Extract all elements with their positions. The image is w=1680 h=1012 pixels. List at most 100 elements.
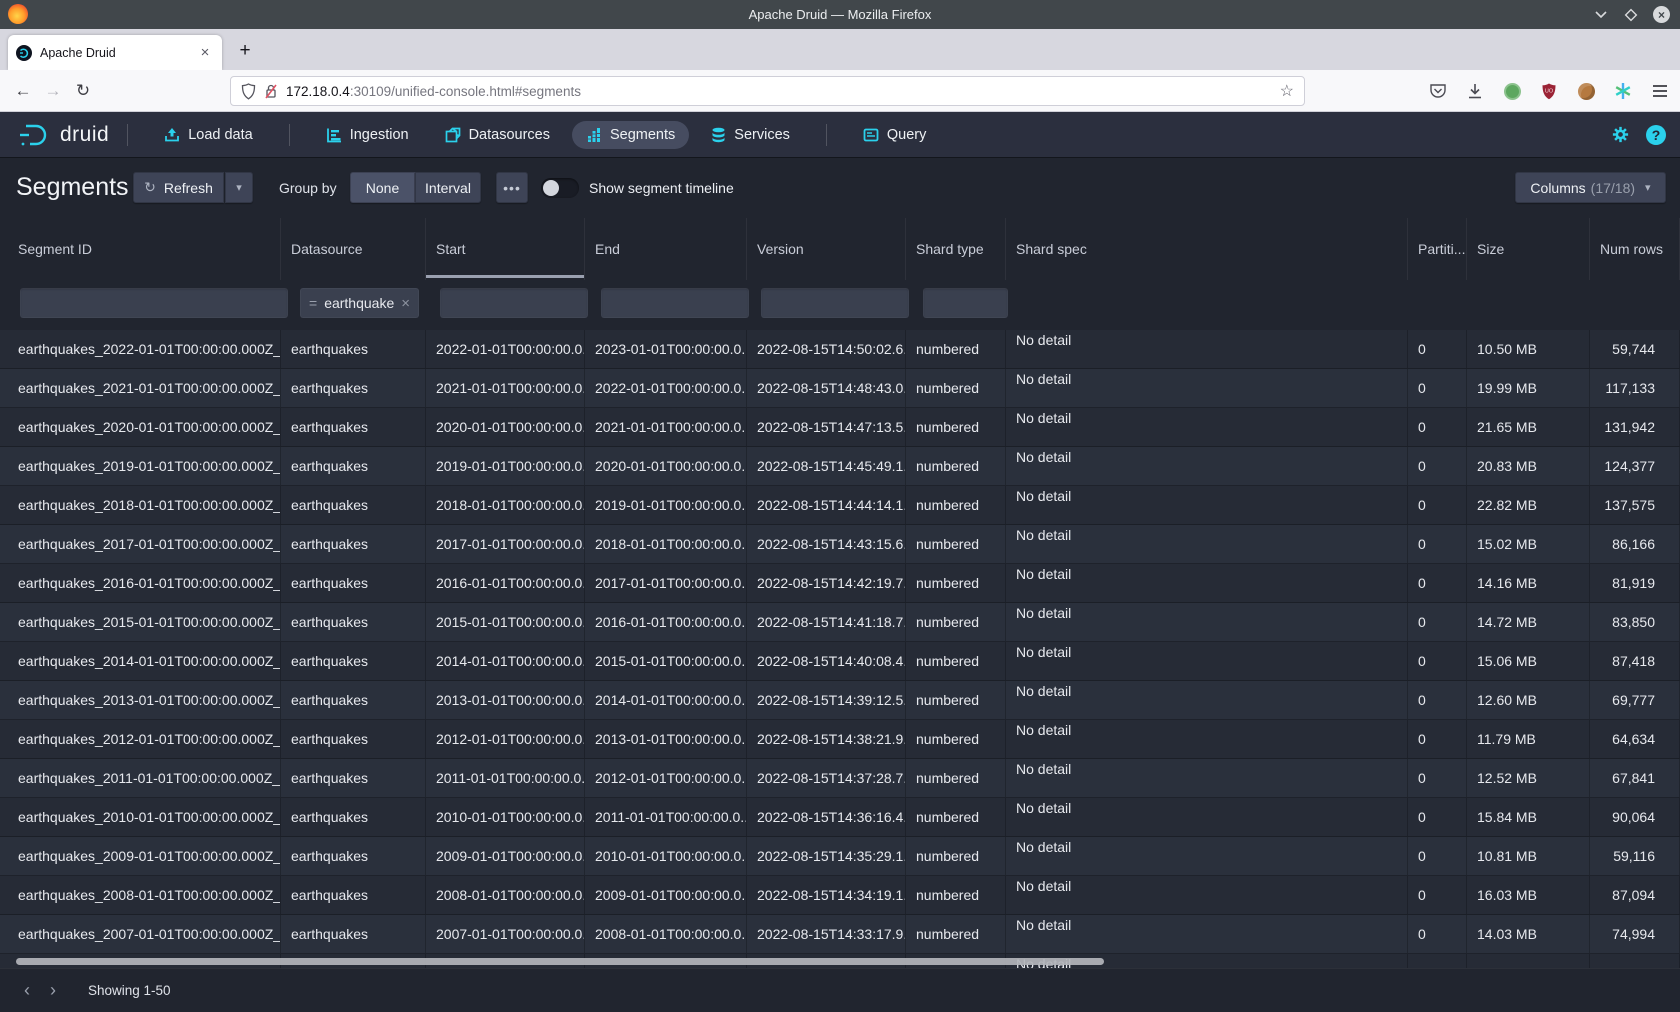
remove-filter-icon[interactable]: × [401,295,410,312]
table-row[interactable]: earthquakes_2018-01-01T00:00:00.000Z_2..… [0,486,1680,525]
column-header-num-rows[interactable]: Num rows [1590,218,1680,280]
table-row[interactable]: earthquakes_2015-01-01T00:00:00.000Z_2..… [0,603,1680,642]
segments-icon [586,127,602,143]
group-by-interval-button[interactable]: Interval [415,172,481,203]
new-tab-button[interactable]: + [232,38,258,64]
column-header-datasource[interactable]: Datasource [281,218,426,280]
pocket-icon[interactable] [1428,81,1448,101]
column-header-segment-id[interactable]: Segment ID [0,218,281,280]
columns-button[interactable]: Columns (17/18) ▾ [1515,172,1666,203]
column-header-version[interactable]: Version [747,218,906,280]
window-maximize-icon[interactable] [1623,7,1639,23]
cell-datasource: earthquakes [281,798,426,836]
column-header-partiti[interactable]: Partiti... [1408,218,1467,280]
cell-start: 2016-01-01T00:00:00.0... [426,564,585,602]
cell-version: 2022-08-15T14:41:18.7... [747,603,906,641]
table-row[interactable]: earthquakes_2017-01-01T00:00:00.000Z_2..… [0,525,1680,564]
table-row[interactable]: earthquakes_2020-01-01T00:00:00.000Z_2..… [0,408,1680,447]
cell-id: earthquakes_2018-01-01T00:00:00.000Z_2..… [0,486,281,524]
cell-datasource: earthquakes [281,720,426,758]
extension-green-icon[interactable] [1502,81,1522,101]
cell-start: 2009-01-01T00:00:00.0... [426,837,585,875]
cell-id: earthquakes_2007-01-01T00:00:00.000Z_2..… [0,915,281,953]
cell-end: 2023-01-01T00:00:00.0... [585,330,747,368]
table-row[interactable]: earthquakes_2009-01-01T00:00:00.000Z_2..… [0,837,1680,876]
tab-close-icon[interactable]: × [196,44,214,61]
lock-insecure-icon[interactable] [264,83,278,100]
refresh-button[interactable]: ↻ Refresh [133,172,224,203]
page-header: Segments ↻ Refresh ▾ Group by None Inter… [0,157,1680,218]
nav-item-ingestion[interactable]: Ingestion [312,121,423,149]
cell-size: 12.52 MB [1467,759,1590,797]
filter-end-input[interactable] [601,288,749,318]
ublock-shield-icon[interactable]: UO [1539,81,1559,101]
column-header-shard-type[interactable]: Shard type [906,218,1006,280]
previous-page-icon[interactable]: ‹ [14,978,40,1004]
menu-hamburger-icon[interactable] [1650,81,1670,101]
column-header-size[interactable]: Size [1467,218,1590,280]
group-by-none-button[interactable]: None [350,172,415,203]
shield-icon[interactable] [241,83,256,100]
filter-segment-id-input[interactable] [20,288,288,318]
cell-shard-type: numbered [906,642,1006,680]
horizontal-scrollbar[interactable] [16,958,1104,965]
table-row[interactable]: earthquakes_2007-01-01T00:00:00.000Z_2..… [0,915,1680,954]
url-text[interactable]: 172.18.0.4:30109/unified-console.html#se… [286,84,1272,99]
druid-logo[interactable]: druid [18,122,109,148]
url-bar[interactable]: 172.18.0.4:30109/unified-console.html#se… [230,76,1305,106]
cell-partition: 0 [1408,564,1467,602]
more-options-button[interactable]: ••• [496,172,528,203]
filter-version-input[interactable] [761,288,909,318]
table-row[interactable]: earthquakes_2012-01-01T00:00:00.000Z_2..… [0,720,1680,759]
table-row[interactable]: earthquakes_2022-01-01T00:00:00.000Z_2..… [0,330,1680,369]
cell-shard-spec: No detail [1006,486,1408,524]
table-row[interactable]: earthquakes_2008-01-01T00:00:00.000Z_2..… [0,876,1680,915]
window-close-icon[interactable]: × [1653,6,1670,23]
forward-icon[interactable]: → [38,77,68,105]
table-row[interactable]: earthquakes_2016-01-01T00:00:00.000Z_2..… [0,564,1680,603]
column-header-end[interactable]: End [585,218,747,280]
reload-icon[interactable]: ↻ [68,77,98,105]
cell-shard-type: numbered [906,720,1006,758]
bookmark-star-icon[interactable]: ☆ [1280,81,1294,101]
cell-shard-spec: No detail [1006,798,1408,836]
table-row[interactable]: earthquakes_2021-01-01T00:00:00.000Z_2..… [0,369,1680,408]
cell-shard-spec: No detail [1006,408,1408,446]
table-row[interactable]: earthquakes_2011-01-01T00:00:00.000Z_2..… [0,759,1680,798]
filter-datasource-tag[interactable]: = earthquake × [300,288,419,318]
nav-item-services[interactable]: Services [697,121,804,149]
table-row[interactable]: earthquakes_2014-01-01T00:00:00.000Z_2..… [0,642,1680,681]
table-row[interactable]: earthquakes_2019-01-01T00:00:00.000Z_2..… [0,447,1680,486]
sparkle-extension-icon[interactable] [1613,81,1633,101]
nav-item-query[interactable]: Query [849,121,941,149]
segment-timeline-toggle[interactable] [541,178,579,198]
cell-start: 2010-01-01T00:00:00.0... [426,798,585,836]
filter-start-input[interactable] [440,288,588,318]
cell-shard-type: numbered [906,369,1006,407]
cell-end: 2012-01-01T00:00:00.0... [585,759,747,797]
cell-size: 15.02 MB [1467,525,1590,563]
browser-tab[interactable]: Apache Druid × [8,35,222,70]
next-page-icon[interactable]: › [40,978,66,1004]
refresh-dropdown-button[interactable]: ▾ [225,172,253,203]
nav-item-datasources[interactable]: Datasources [431,121,564,149]
cell-datasource: earthquakes [281,681,426,719]
downloads-icon[interactable] [1465,81,1485,101]
column-header-shard-spec[interactable]: Shard spec [1006,218,1408,280]
cookie-icon[interactable] [1576,81,1596,101]
window-minimize-icon[interactable] [1593,7,1609,23]
cell-version: 2022-08-15T14:35:29.1... [747,837,906,875]
nav-item-load-data[interactable]: Load data [150,121,267,149]
settings-gear-icon[interactable] [1611,125,1630,144]
back-icon[interactable]: ← [8,77,38,105]
filter-shard-type-input[interactable] [923,288,1008,318]
load-data-icon [164,127,180,143]
table-row[interactable]: earthquakes_2013-01-01T00:00:00.000Z_2..… [0,681,1680,720]
nav-item-segments[interactable]: Segments [572,121,689,149]
column-header-start[interactable]: Start [426,218,585,280]
table-row[interactable]: earthquakes_2010-01-01T00:00:00.000Z_2..… [0,798,1680,837]
cell-shard-type: numbered [906,681,1006,719]
cell-partition: 0 [1408,837,1467,875]
help-icon[interactable]: ? [1646,125,1666,145]
cell-shard-type: numbered [906,408,1006,446]
